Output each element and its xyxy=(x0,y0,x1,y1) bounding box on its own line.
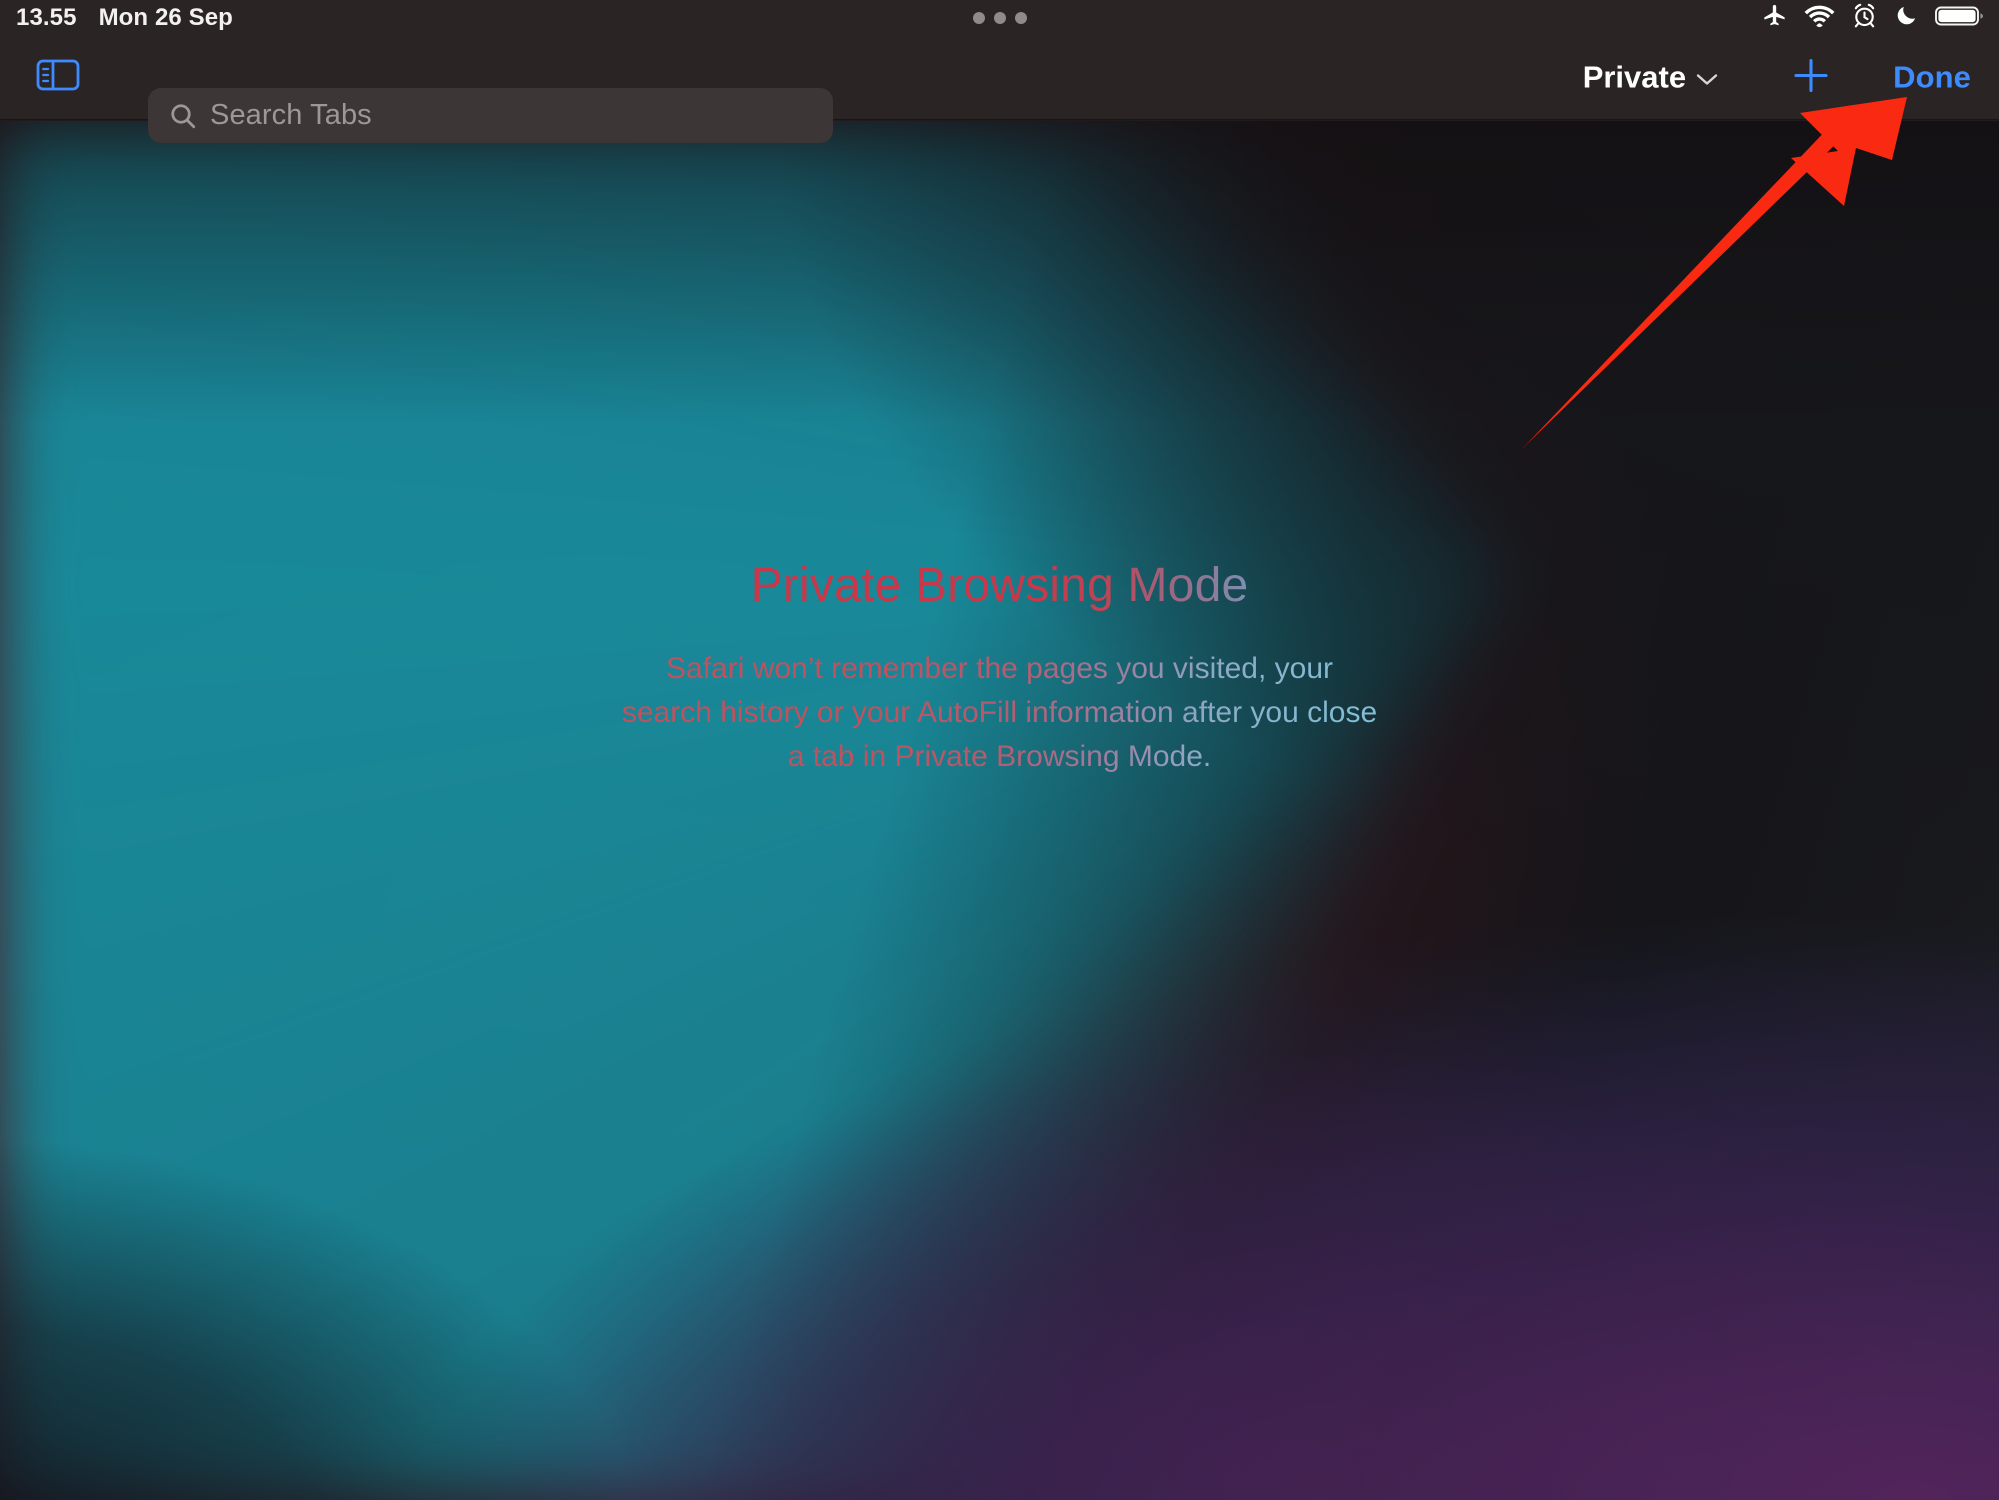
private-browsing-content-area: Private Browsing Mode Safari won’t remem… xyxy=(0,121,1999,1500)
search-tabs-field[interactable]: Search Tabs xyxy=(148,88,833,143)
wifi-icon xyxy=(1804,4,1835,33)
status-bar-date: Mon 26 Sep xyxy=(98,4,233,31)
tab-group-private-button[interactable]: Private xyxy=(1583,60,1719,96)
search-icon xyxy=(168,101,198,131)
multitasking-dots[interactable] xyxy=(972,12,1027,24)
sidebar-toggle-icon xyxy=(35,55,81,100)
toolbar-right-controls: Private Done xyxy=(1583,53,1971,102)
multitask-dot-1 xyxy=(972,12,985,24)
status-bar-right xyxy=(1761,2,1985,34)
tab-group-label: Private xyxy=(1582,59,1687,95)
status-bar-time: 13.55 xyxy=(16,4,77,31)
airplane-mode-icon xyxy=(1761,2,1788,34)
multitask-dot-3 xyxy=(1014,12,1027,24)
do-not-disturb-moon-icon xyxy=(1894,3,1919,33)
chevron-down-icon xyxy=(1695,60,1719,96)
tab-overview-toolbar: Search Tabs Private Done xyxy=(0,36,1999,143)
multitask-dot-2 xyxy=(993,12,1006,24)
wallpaper-top-fade-layer xyxy=(0,121,1999,1500)
status-bar: 13.55 Mon 26 Sep xyxy=(0,0,1999,36)
new-tab-button[interactable] xyxy=(1789,53,1833,102)
status-bar-left: 13.55 Mon 26 Sep xyxy=(0,4,233,32)
alarm-clock-icon xyxy=(1851,2,1878,34)
search-tabs-placeholder: Search Tabs xyxy=(210,99,372,131)
sidebar-toggle-button[interactable] xyxy=(32,55,84,101)
ipad-safari-tab-overview-screen: 13.55 Mon 26 Sep Search Tabs Private Don… xyxy=(0,0,1999,1500)
done-button[interactable]: Done xyxy=(1893,60,1971,96)
plus-icon xyxy=(1789,53,1833,102)
battery-icon xyxy=(1935,4,1985,33)
